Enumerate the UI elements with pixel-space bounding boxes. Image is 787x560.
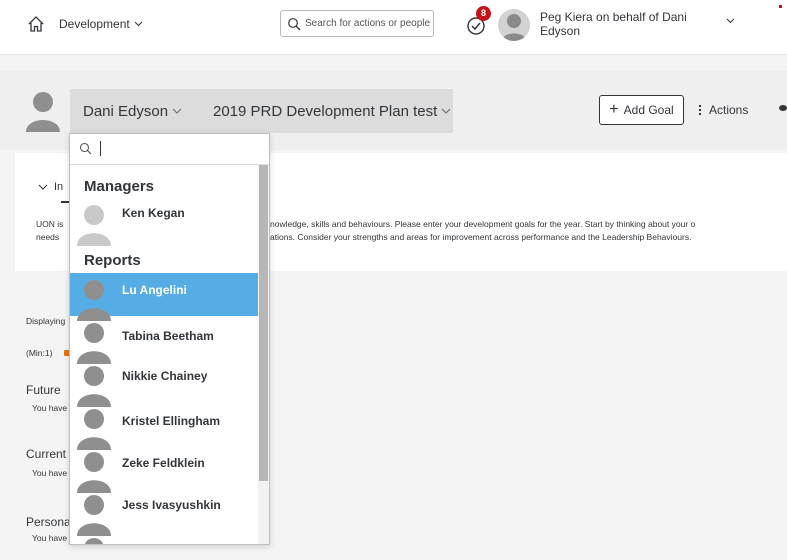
group-header-managers: Managers [84, 178, 155, 195]
displaying-label: Displaying [26, 316, 66, 326]
min-label: (Min:1) [26, 348, 53, 358]
actions-button[interactable]: Actions [699, 103, 748, 117]
list-item-selected[interactable]: Lu Angelini [70, 273, 258, 321]
section-sub-current: You have [32, 468, 68, 478]
list-item[interactable]: Tabina Beetham [70, 316, 258, 364]
user-avatar[interactable] [498, 9, 530, 41]
person-avatar-icon [77, 366, 111, 407]
person-search-input[interactable] [70, 134, 269, 165]
person-avatar-icon [77, 495, 111, 536]
list-item[interactable]: Jess Ivasyushkin [70, 488, 258, 536]
actions-label: Actions [709, 103, 749, 117]
intro-text-line2-right: ations. Consider your strengths and area… [270, 232, 692, 242]
list-item[interactable]: Nikkie Chainey [70, 359, 258, 407]
shell-bar: Development Search for actions or people… [0, 0, 787, 55]
person-name: Jess Ivasyushkin [122, 498, 221, 512]
person-name: Ken Kegan [122, 206, 185, 220]
person-avatar-icon [77, 323, 111, 364]
person-silhouette-icon [502, 14, 526, 41]
dropdown-scrollbar[interactable] [258, 165, 269, 544]
module-selector[interactable]: Development [59, 17, 143, 31]
eye-icon[interactable] [779, 105, 787, 111]
chevron-down-icon [134, 21, 143, 27]
list-item-partial[interactable] [70, 531, 258, 544]
person-avatar-icon [26, 92, 60, 132]
plus-icon: + [609, 101, 619, 118]
chevron-down-icon[interactable] [726, 18, 735, 24]
person-name: Nikkie Chainey [122, 369, 208, 383]
scrollbar-thumb[interactable] [259, 165, 268, 481]
more-vertical-icon [699, 105, 701, 115]
person-avatar-icon [77, 205, 111, 246]
chevron-down-icon [172, 108, 182, 114]
notification-badge: 8 [476, 6, 491, 21]
text-cursor [100, 141, 101, 156]
list-item[interactable]: Ken Kegan [70, 198, 258, 246]
person-name: Kristel Ellingham [122, 414, 221, 428]
intro-text-line2-left: needs [36, 232, 60, 242]
section-sub-personal: You have [32, 533, 68, 543]
global-search-input[interactable]: Search for actions or people [280, 10, 434, 37]
person-name: Tabina Beetham [122, 329, 214, 343]
section-title-personal: Personal [26, 515, 74, 529]
person-avatar-icon [77, 409, 111, 450]
chevron-down-icon [441, 108, 451, 114]
module-label: Development [59, 17, 130, 31]
search-icon [288, 18, 301, 31]
list-item[interactable]: Kristel Ellingham [70, 402, 258, 450]
section-sub-future: You have [32, 403, 68, 413]
person-name: Dani Edyson [83, 102, 169, 120]
user-label-line2: Edyson [540, 24, 581, 38]
search-placeholder: Search for actions or people [305, 18, 431, 29]
person-avatar-icon [77, 280, 111, 321]
person-name: Zeke Feldklein [122, 456, 205, 470]
user-label-line1: Peg Kiera on behalf of Dani [540, 10, 687, 24]
section-title-future: Future [26, 383, 61, 397]
user-menu[interactable]: Peg Kiera on behalf of Dani Edyson [540, 10, 710, 38]
person-avatar-icon [84, 538, 104, 544]
person-avatar-icon [77, 452, 111, 493]
plan-name: 2019 PRD Development Plan test [213, 102, 438, 120]
list-item[interactable]: Zeke Feldklein [70, 445, 258, 493]
chevron-down-icon [38, 184, 48, 190]
group-header-reports: Reports [84, 252, 141, 269]
intro-text-line1-left: UON is [36, 219, 64, 229]
search-icon [79, 142, 92, 155]
person-dropdown: Managers Ken Kegan Reports Lu Angelini T… [69, 133, 270, 545]
person-selector[interactable]: Dani Edyson [70, 89, 216, 133]
plan-selector[interactable]: 2019 PRD Development Plan test [199, 89, 453, 133]
section-title-current: Current [26, 447, 67, 461]
home-icon[interactable] [27, 15, 45, 33]
person-name: Lu Angelini [122, 283, 187, 297]
add-goal-button[interactable]: + Add Goal [599, 95, 684, 125]
edge-indicator [779, 5, 782, 8]
add-goal-label: Add Goal [623, 103, 674, 117]
intro-heading: In [54, 181, 64, 193]
intro-text-line1-right: nowledge, skills and behaviours. Please … [270, 219, 696, 229]
intro-toggle[interactable]: In [38, 181, 63, 193]
